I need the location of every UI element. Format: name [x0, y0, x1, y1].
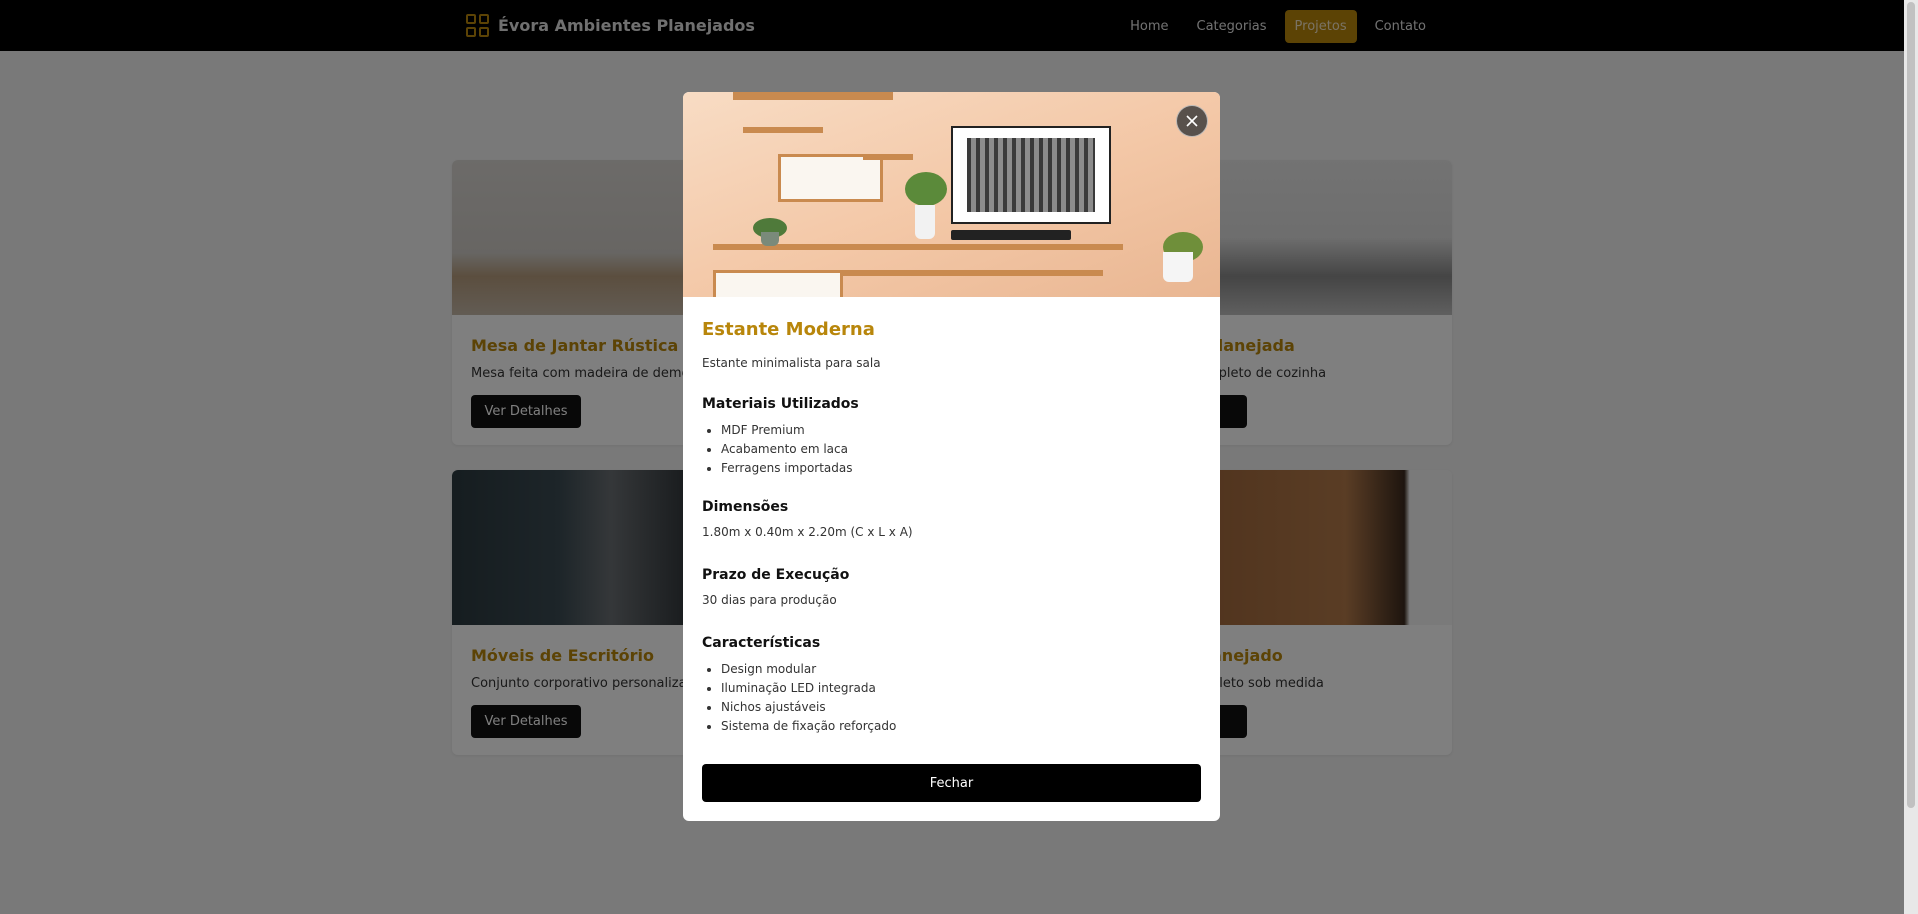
flower-plant [905, 172, 947, 206]
pot [761, 232, 779, 246]
deadline-section: Prazo de Execução 30 dias para produção [702, 566, 1201, 608]
modal-description: Estante minimalista para sala [702, 356, 881, 370]
shelf [863, 154, 913, 160]
close-icon [1186, 115, 1198, 127]
project-modal: Estante Moderna Estante minimalista para… [683, 92, 1220, 821]
list-item: Sistema de fixação reforçado [721, 717, 1201, 736]
list-item: Ferragens importadas [721, 459, 1201, 478]
dimensions-section: Dimensões 1.80m x 0.40m x 2.20m (C x L x… [702, 498, 1201, 540]
dimensions-value: 1.80m x 0.40m x 2.20m (C x L x A) [702, 525, 913, 539]
materials-section: Materiais Utilizados MDF Premium Acabame… [702, 395, 1201, 478]
list-item: Nichos ajustáveis [721, 698, 1201, 717]
cabinet [778, 154, 883, 202]
fechar-button[interactable]: Fechar [702, 764, 1201, 802]
round-lamp [1163, 252, 1193, 282]
cabinet [713, 270, 843, 297]
deadline-title: Prazo de Execução [702, 567, 850, 583]
vase [915, 205, 935, 239]
modal-image [683, 92, 1220, 297]
scrollbar[interactable] [1904, 0, 1918, 914]
deadline-value: 30 dias para produção [702, 593, 837, 607]
modal-body: Estante Moderna Estante minimalista para… [683, 297, 1220, 736]
dimensions-title: Dimensões [702, 499, 789, 515]
shelf [743, 127, 823, 133]
features-section: Características Design modular Iluminaçã… [702, 634, 1201, 736]
modal-title: Estante Moderna [702, 319, 875, 340]
list-item: Design modular [721, 660, 1201, 679]
shelf [813, 270, 1103, 276]
picture-frame [951, 126, 1111, 224]
speaker [951, 230, 1071, 240]
scrollbar-thumb[interactable] [1907, 2, 1915, 808]
list-item: Iluminação LED integrada [721, 679, 1201, 698]
features-list: Design modular Iluminação LED integrada … [702, 660, 1201, 736]
materials-title: Materiais Utilizados [702, 396, 859, 412]
materials-list: MDF Premium Acabamento em laca Ferragens… [702, 421, 1201, 478]
list-item: Acabamento em laca [721, 440, 1201, 459]
shelf [733, 92, 893, 100]
close-button[interactable] [1176, 105, 1208, 137]
features-title: Características [702, 635, 821, 651]
list-item: MDF Premium [721, 421, 1201, 440]
